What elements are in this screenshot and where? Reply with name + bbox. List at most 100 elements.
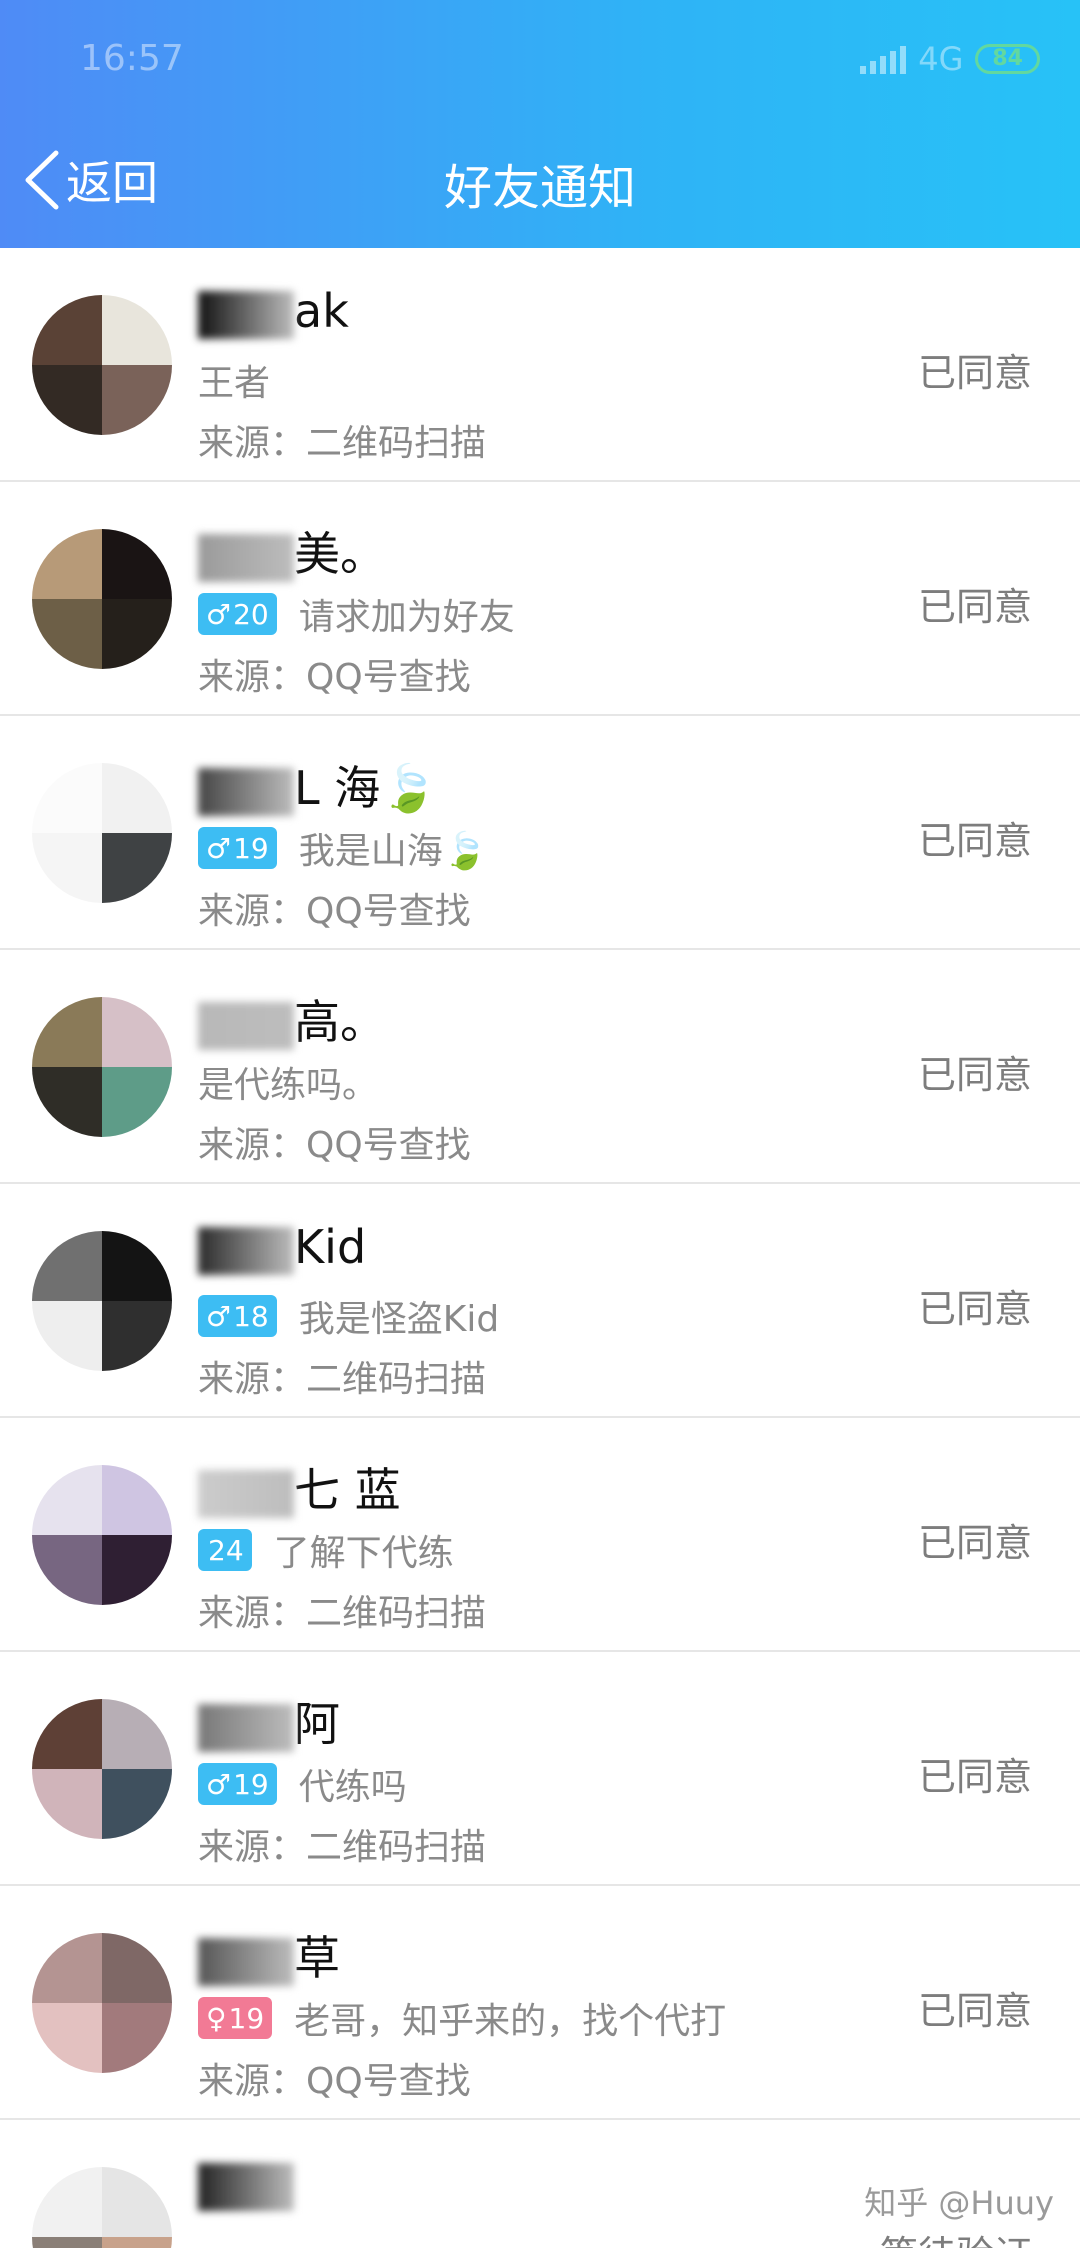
avatar-tile [102,763,172,833]
avatar-tile [102,2167,172,2237]
friend-request-row[interactable]: 草 ♀ 19 老哥，知乎来的，找个代打 来源：QQ号查找 已同意 [0,1886,1080,2120]
network-type: 4G [918,40,964,78]
avatar-tile [32,2237,102,2248]
request-status: 已同意 [917,351,1032,395]
age-badge: ♂ 19 [198,1763,277,1805]
avatar-tile [32,763,102,833]
request-source: 来源：QQ号查找 [198,657,471,698]
contact-name: 草 [198,1922,340,1988]
avatar[interactable] [32,1231,172,1371]
request-message: 请求加为好友 [298,597,515,638]
avatar-tile [102,1231,172,1301]
name-redaction [198,1469,294,1518]
contact-name-text: 高。 [294,995,386,1049]
avatar-tile [32,1301,102,1371]
avatar-tile [32,599,102,669]
avatar-tile [32,1933,102,2003]
avatar-tile [102,2237,172,2248]
contact-name: L 海🍃 [198,752,438,818]
friend-request-row[interactable]: Kid ♂ 18 我是怪盗Kid 来源：二维码扫描 已同意 [0,1184,1080,1418]
request-message: 了解下代练 [273,1533,454,1574]
request-message: 是代练吗。 [198,1065,379,1106]
contact-name: 七 蓝 [198,1454,401,1520]
avatar-tile [32,365,102,435]
request-message-line: ♂ 18 我是怪盗Kid [198,1292,499,1340]
avatar[interactable] [32,997,172,1137]
request-source: 来源：QQ号查找 [198,2061,471,2102]
contact-name-text: Kid [294,1220,367,1274]
friend-request-row[interactable]: L 海🍃 ♂ 19 我是山海🍃 来源：QQ号查找 已同意 [0,716,1080,950]
contact-name: 高。 [198,986,386,1052]
friend-request-row[interactable]: 高。是代练吗。来源：QQ号查找 已同意 [0,950,1080,1184]
avatar-tile [32,295,102,365]
avatar[interactable] [32,295,172,435]
request-source: 来源：QQ号查找 [198,891,471,932]
request-source: 来源：二维码扫描 [198,1827,487,1868]
contact-name: 美。 [198,518,386,584]
friend-request-row[interactable]: 美。 ♂ 20 请求加为好友 来源：QQ号查找 已同意 [0,482,1080,716]
avatar-tile [102,1301,172,1371]
avatar-tile [102,1699,172,1769]
avatar-tile [32,833,102,903]
request-status: 已同意 [917,1287,1032,1331]
avatar[interactable] [32,529,172,669]
age-value: 20 [233,597,269,631]
age-badge: ♂ 18 [198,1295,277,1337]
male-icon: ♂ [206,597,232,631]
request-source: 来源：QQ号查找 [198,1125,471,1166]
avatar-tile [32,529,102,599]
age-value: 19 [233,1767,269,1801]
male-icon: ♂ [206,831,232,865]
request-message: 老哥，知乎来的，找个代打 [294,2001,727,2042]
page-title: 好友通知 [443,160,636,216]
request-message-line: 24 了解下代练 [198,1526,454,1574]
avatar-tile [32,1067,102,1137]
avatar-tile [102,997,172,1067]
avatar-tile [102,1769,172,1839]
avatar[interactable] [32,2167,172,2248]
contact-name-text: L 海🍃 [294,761,438,815]
avatar-tile [102,365,172,435]
request-source: 来源：二维码扫描 [198,1359,487,1400]
age-value: 19 [233,831,269,865]
request-message-line: ♂ 19 代练吗 [198,1760,407,1808]
request-message-line: 王者 [198,356,270,404]
request-status: 已同意 [917,1521,1032,1565]
request-status: 等待验证 [880,2224,1032,2248]
name-redaction [198,2162,294,2211]
contact-name: Kid [198,1220,366,1275]
friend-request-row[interactable]: 七 蓝 24 了解下代练 来源：二维码扫描 已同意 [0,1418,1080,1652]
status-time: 16:57 [80,38,184,79]
age-badge: ♂ 20 [198,593,277,635]
avatar[interactable] [32,763,172,903]
friend-request-row[interactable]: 阿 ♂ 19 代练吗 来源：二维码扫描 已同意 [0,1652,1080,1886]
avatar-tile [32,2167,102,2237]
request-status: 已同意 [917,1053,1032,1097]
avatar-tile [102,1933,172,2003]
avatar-tile [32,1231,102,1301]
request-message-line: 是代练吗。 [198,1058,378,1106]
contact-name-text: 美。 [294,527,386,581]
request-status: 已同意 [917,1755,1032,1799]
friend-request-row[interactable]: ak 王者 来源：二维码扫描 已同意 [0,248,1080,482]
avatar-tile [32,1699,102,1769]
signal-icon [860,44,907,74]
request-message-line: ♀ 19 老哥，知乎来的，找个代打 [198,1994,726,2042]
name-redaction [198,290,294,339]
avatar[interactable] [32,1465,172,1605]
battery-icon: 84 [975,44,1040,74]
avatar[interactable] [32,1933,172,2073]
avatar-tile [32,1769,102,1839]
contact-name-text: 七 蓝 [294,1463,401,1517]
age-value: 19 [228,2001,265,2035]
name-redaction [198,1226,294,1275]
request-status: 已同意 [917,1989,1032,2033]
avatar-tile [32,997,102,1067]
name-redaction [198,767,294,816]
name-redaction [198,1937,294,1986]
friend-request-list: ak 王者 来源：二维码扫描 已同意 美。 ♂ 20 请求加为好友 来源：QQ号查找 已同意 L 海… [0,248,1080,2248]
avatar[interactable] [32,1699,172,1839]
avatar-tile [102,833,172,903]
avatar-tile [32,1535,102,1605]
name-redaction [198,1703,294,1752]
